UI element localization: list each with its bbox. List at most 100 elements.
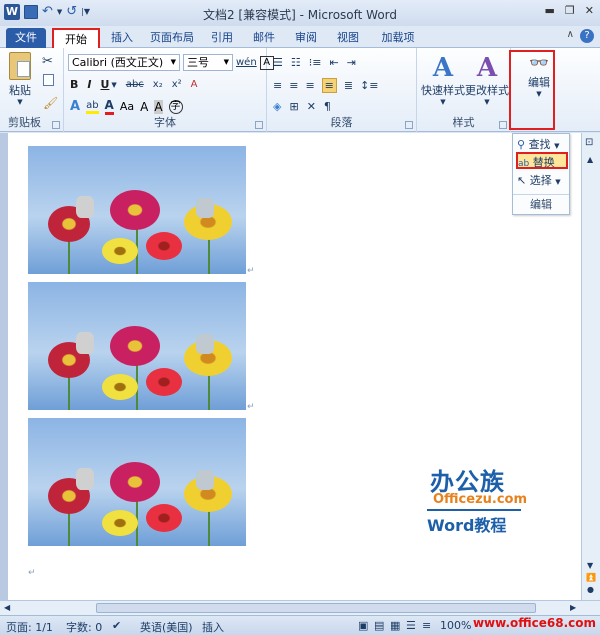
paragraph-mark: ↵ [247, 266, 255, 276]
ruler-toggle-icon[interactable]: ⊡ [585, 137, 593, 148]
numbering-icon[interactable]: ☷ [291, 56, 301, 69]
scroll-up-icon[interactable]: ▲ [587, 155, 593, 164]
bold-icon[interactable]: B [70, 78, 78, 91]
tab-review[interactable]: 审阅 [288, 28, 324, 48]
paste-button[interactable]: 粘贴 ▼ [6, 52, 34, 106]
grow-font-icon[interactable]: Aa [120, 100, 134, 113]
minimize-ribbon-icon[interactable]: ∧ [567, 29, 574, 40]
print-layout-icon[interactable]: ▣ [358, 619, 368, 632]
subscript-icon[interactable]: x₂ [153, 79, 163, 90]
change-styles-button[interactable]: A 更改样式 ▼ [465, 54, 509, 106]
vertical-scrollbar[interactable]: ⊡ ▲ ▼ ⏫ ● [581, 133, 600, 600]
help-icon[interactable]: ? [580, 29, 594, 43]
proofing-icon[interactable]: ✔ [112, 619, 121, 632]
tab-home[interactable]: 开始 [52, 28, 100, 48]
restore-icon[interactable]: ❐ [565, 4, 575, 17]
logo-divider [427, 509, 521, 511]
font-size-select[interactable]: 三号 ▼ [183, 54, 233, 71]
chevron-down-icon[interactable]: ▼ [111, 81, 116, 89]
paragraph-launcher-icon[interactable] [405, 121, 413, 129]
flower-image[interactable] [28, 418, 246, 546]
draft-icon[interactable]: ≡ [422, 619, 431, 632]
flower-image[interactable] [28, 282, 246, 410]
underline-icon[interactable]: U [100, 78, 109, 91]
justify-icon[interactable]: ≡ [321, 78, 337, 93]
page-count[interactable]: 页面: 1/1 [6, 619, 53, 635]
horizontal-scrollbar[interactable]: ◀ ▶ [0, 600, 600, 615]
full-screen-icon[interactable]: ▤ [374, 619, 384, 632]
officezu-logo-tag: Word教程 [427, 516, 507, 535]
quick-styles-icon: A [432, 53, 454, 83]
paragraph-label: 段落 [330, 116, 353, 129]
cut-icon[interactable]: ✂ [42, 54, 53, 69]
replace-menu-item[interactable]: ab 替换 [516, 152, 568, 169]
borders-icon[interactable]: ⊞ [289, 100, 298, 113]
font-color-icon[interactable]: A [104, 98, 114, 115]
select-menu-item[interactable]: ↖ 选择 ▼ [517, 172, 561, 189]
tab-addins[interactable]: 加载项 [374, 28, 422, 48]
strikethrough-icon[interactable]: abc [126, 79, 144, 90]
close-icon[interactable]: ✕ [585, 4, 594, 17]
editing-dropdown-label: 编辑 [530, 198, 552, 211]
line-spacing-icon[interactable]: ↕≡ [360, 79, 378, 92]
find-menu-item[interactable]: ⚲ 查找 ▼ [517, 136, 559, 153]
font-launcher-icon[interactable] [255, 121, 263, 129]
window-title: 文档2 [兼容模式] - Microsoft Word [202, 8, 398, 22]
word-count[interactable]: 字数: 0 [66, 619, 102, 635]
font-label: 字体 [154, 116, 176, 129]
tab-references[interactable]: 引用 [204, 28, 240, 48]
italic-icon[interactable]: I [87, 78, 91, 91]
tab-insert[interactable]: 插入 [104, 28, 140, 48]
enclose-char-icon[interactable]: 字 [168, 99, 183, 114]
officezu-logo-domain: Officezu.com [433, 492, 528, 507]
clear-format-icon[interactable]: A [191, 79, 198, 90]
sort-icon[interactable]: ✕ [307, 100, 316, 113]
multilevel-list-icon[interactable]: ⁝≡ [309, 56, 322, 69]
align-right-icon[interactable]: ≡ [305, 79, 314, 92]
scroll-down-icon[interactable]: ▼ [587, 561, 593, 570]
tab-page-layout[interactable]: 页面布局 [146, 28, 198, 48]
word-window: W ↶ ▼ ↺ |▼ 文档2 [兼容模式] - Microsoft Word ▬… [0, 0, 600, 635]
align-center-icon[interactable]: ≡ [289, 79, 298, 92]
shrink-font-icon[interactable]: A [140, 100, 148, 114]
prev-page-icon[interactable]: ⏫ [586, 573, 596, 582]
bullets-icon[interactable]: ☰ [273, 56, 283, 69]
format-painter-icon[interactable]: 🖌 [43, 96, 58, 110]
align-left-icon[interactable]: ≡ [273, 79, 282, 92]
copy-icon[interactable] [43, 74, 54, 86]
browse-object-icon[interactable]: ● [587, 585, 594, 594]
minimize-icon[interactable]: ▬ [545, 4, 555, 17]
styles-launcher-icon[interactable] [499, 121, 507, 129]
show-marks-icon[interactable]: ¶ [324, 100, 331, 113]
change-case-icon[interactable]: wén [236, 57, 257, 68]
language[interactable]: 英语(美国) [140, 619, 193, 635]
highlight-icon[interactable]: ab [86, 100, 99, 114]
scroll-left-icon[interactable]: ◀ [4, 603, 10, 612]
superscript-icon[interactable]: x² [172, 79, 182, 90]
distributed-icon[interactable]: ≣ [344, 79, 353, 92]
tab-mailings[interactable]: 邮件 [246, 28, 282, 48]
font-size-value: 三号 [187, 56, 209, 69]
increase-indent-icon[interactable]: ⇥ [347, 56, 356, 69]
select-label: 选择 [529, 174, 552, 187]
decrease-indent-icon[interactable]: ⇤ [329, 56, 338, 69]
tab-view[interactable]: 视图 [330, 28, 366, 48]
binoculars-icon: ⚲ [517, 138, 526, 151]
text-effect-icon[interactable]: A [70, 99, 80, 114]
paste-label: 粘贴 [9, 84, 31, 97]
font-name-select[interactable]: Calibri (西文正文) ▼ [68, 54, 180, 71]
zoom-level[interactable]: 100% [440, 619, 471, 632]
flower-image[interactable] [28, 146, 246, 274]
clipboard-launcher-icon[interactable] [52, 121, 60, 129]
scroll-right-icon[interactable]: ▶ [570, 603, 576, 612]
shading-icon[interactable]: ◈ [273, 100, 281, 113]
replace-label: 替换 [532, 156, 555, 169]
tab-file[interactable]: 文件 [6, 28, 46, 48]
char-shading-icon[interactable]: A [154, 99, 163, 114]
styles-label: 样式 [452, 116, 475, 129]
insert-mode[interactable]: 插入 [202, 619, 224, 635]
outline-icon[interactable]: ☰ [406, 619, 416, 632]
horizontal-scroll-thumb[interactable] [96, 603, 536, 613]
web-layout-icon[interactable]: ▦ [390, 619, 400, 632]
quick-styles-button[interactable]: A 快速样式 ▼ [421, 54, 465, 106]
